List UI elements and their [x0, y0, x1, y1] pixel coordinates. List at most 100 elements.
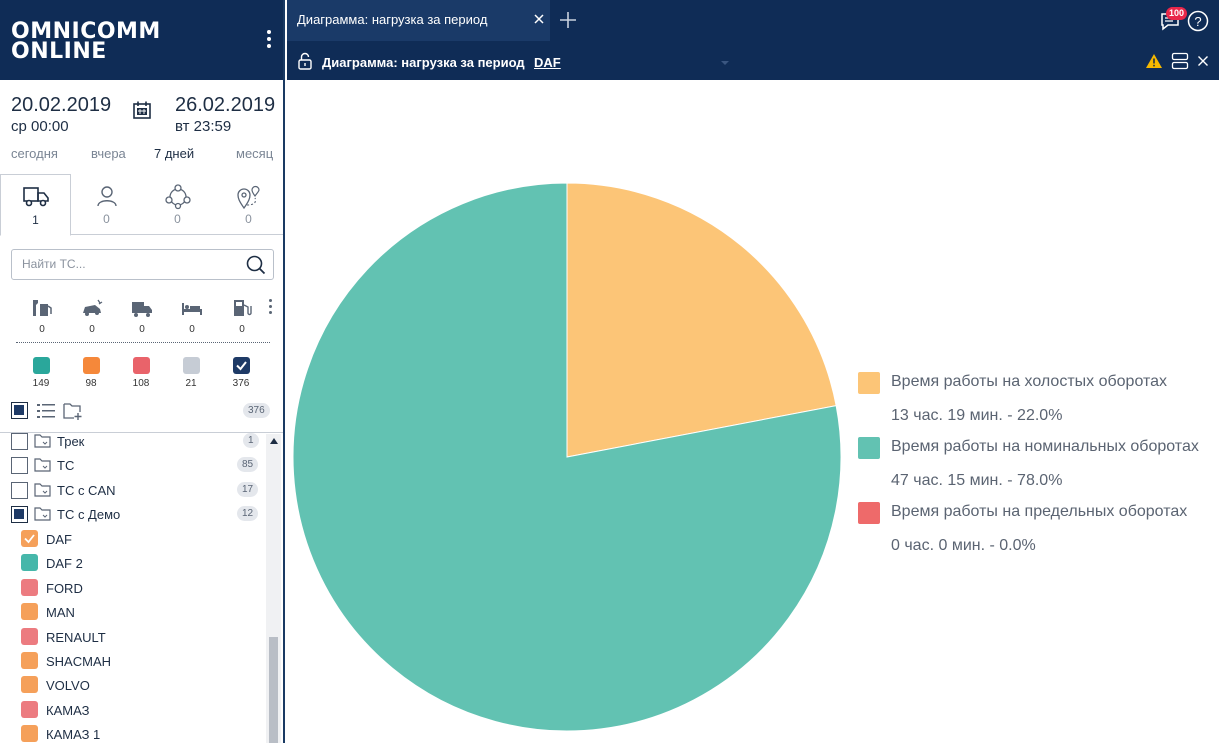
car-crash-icon[interactable] — [80, 298, 104, 318]
sidebar-menu-icon[interactable] — [262, 30, 276, 52]
vehicle-status-checkbox[interactable] — [21, 701, 38, 718]
vehicle-status-checkbox[interactable] — [21, 676, 38, 693]
period-end-date[interactable]: 26.02.2019 — [175, 94, 275, 117]
chevron-down-icon — [721, 61, 729, 65]
fuel-wrench-icon[interactable] — [30, 298, 54, 318]
vehicle-row[interactable]: MAN — [0, 600, 266, 624]
group-checkbox[interactable] — [11, 506, 28, 523]
tab-drivers-count: 0 — [103, 212, 110, 226]
period-start-time[interactable]: ср 00:00 — [11, 118, 69, 135]
tab-routes[interactable]: 0 — [142, 174, 213, 235]
group-checkbox[interactable] — [11, 433, 28, 450]
status-filter-orange[interactable] — [83, 357, 100, 374]
fuel-pump-icon[interactable] — [230, 298, 254, 318]
truck-icon — [22, 187, 49, 207]
vehicle-row[interactable]: VOLVO — [0, 673, 266, 697]
search-icon[interactable] — [246, 255, 266, 275]
search-input[interactable] — [22, 257, 242, 271]
object-type-tabs: 1 0 0 0 — [0, 174, 283, 236]
tab-vehicles[interactable]: 1 — [0, 174, 71, 236]
list-scrollbar[interactable] — [266, 434, 281, 743]
period-start-date[interactable]: 20.02.2019 — [11, 94, 111, 117]
add-tab-icon[interactable] — [558, 10, 578, 30]
tab-geozones[interactable]: 0 — [213, 174, 283, 235]
logo: OMNICOMM ONLINE — [11, 21, 161, 64]
vehicle-status-checkbox[interactable] — [21, 725, 38, 742]
bed-icon[interactable] — [180, 298, 204, 318]
quick-period-today[interactable]: сегодня — [11, 146, 58, 161]
truck-icon[interactable] — [130, 298, 154, 318]
vehicle-status-checkbox[interactable] — [21, 554, 38, 571]
group-count: 12 — [237, 506, 259, 521]
unlock-icon[interactable] — [297, 52, 313, 70]
status-count: 108 — [132, 378, 150, 389]
group-count: 85 — [237, 457, 259, 472]
divider — [16, 342, 270, 343]
vehicle-name: VOLVO — [46, 678, 90, 693]
vehicle-status-checkbox[interactable] — [21, 603, 38, 620]
vehicle-status-checkbox[interactable] — [21, 652, 38, 669]
list-view-icon[interactable] — [36, 402, 56, 420]
status-filter-gray[interactable] — [183, 357, 200, 374]
group-count: 1 — [243, 433, 259, 448]
vehicle-select[interactable]: DAF — [534, 52, 734, 72]
add-folder-icon[interactable] — [63, 401, 83, 421]
vehicle-search — [11, 249, 274, 280]
vehicle-row[interactable]: SHACMAH — [0, 649, 266, 673]
tab-label: Диаграмма: нагрузка за период — [297, 12, 488, 27]
group-row[interactable]: ТС с Демо 12 — [0, 503, 266, 527]
group-name: ТС с Демо — [57, 507, 121, 522]
vehicle-status-checkbox[interactable] — [21, 628, 38, 645]
tab-drivers[interactable]: 0 — [71, 174, 142, 235]
period-end-time[interactable]: вт 23:59 — [175, 118, 231, 135]
close-icon[interactable] — [1197, 55, 1209, 67]
group-count: 17 — [237, 482, 259, 497]
app: OMNICOMM ONLINE 20.02.2019 ср 00:00 26.0… — [0, 0, 1219, 743]
status-count: 149 — [32, 378, 50, 389]
scroll-thumb[interactable] — [269, 637, 278, 743]
chart-area: Время работы на холостых оборотах 13 час… — [287, 80, 1219, 743]
vehicle-row[interactable]: RENAULT — [0, 625, 266, 649]
help-icon[interactable]: ? — [1187, 10, 1209, 32]
group-row[interactable]: Трек 1 — [0, 430, 266, 454]
status-filter-green[interactable] — [33, 357, 50, 374]
group-row[interactable]: ТС с CAN 17 — [0, 479, 266, 503]
tab-report[interactable]: Диаграмма: нагрузка за период — [287, 0, 550, 41]
legend-swatch — [858, 437, 880, 459]
vehicle-status-checkbox[interactable] — [21, 530, 38, 547]
vehicle-row[interactable]: FORD — [0, 576, 266, 600]
quick-period-7-days[interactable]: 7 дней — [154, 146, 194, 161]
calendar-icon[interactable] — [132, 100, 152, 120]
legend-swatch — [858, 502, 880, 524]
quick-period-month[interactable]: месяц — [236, 146, 273, 161]
group-checkbox[interactable] — [11, 457, 28, 474]
vehicle-row[interactable]: КАМАЗ 1 — [0, 722, 266, 743]
group-name: Трек — [57, 434, 85, 449]
vehicle-name: FORD — [46, 581, 83, 596]
filter-more-icon[interactable] — [267, 299, 273, 319]
select-all-checkbox[interactable] — [11, 402, 28, 419]
legend-swatch — [858, 372, 880, 394]
user-icon — [96, 186, 117, 207]
filter-count: 0 — [239, 324, 245, 335]
status-filter-red[interactable] — [133, 357, 150, 374]
legend-label: Время работы на номинальных оборотах — [891, 438, 1199, 455]
sidebar: OMNICOMM ONLINE 20.02.2019 ср 00:00 26.0… — [0, 0, 285, 743]
pie-chart — [292, 182, 842, 732]
quick-period-yesterday[interactable]: вчера — [91, 146, 126, 161]
vehicle-name: MAN — [46, 605, 75, 620]
filter-count: 0 — [189, 324, 195, 335]
scroll-up-arrow[interactable] — [270, 438, 278, 444]
vehicle-row[interactable]: DAF — [0, 527, 266, 551]
group-checkbox[interactable] — [11, 482, 28, 499]
status-filter-all[interactable] — [233, 357, 250, 374]
vehicle-row[interactable]: DAF 2 — [0, 551, 266, 575]
layout-split-icon[interactable] — [1171, 52, 1189, 70]
close-icon[interactable] — [533, 13, 545, 25]
tab-geozones-count: 0 — [245, 212, 252, 226]
warning-icon[interactable] — [1145, 53, 1163, 69]
group-row[interactable]: ТС 85 — [0, 454, 266, 478]
vehicle-status-checkbox[interactable] — [21, 579, 38, 596]
logo-line2: ONLINE — [11, 39, 107, 64]
vehicle-row[interactable]: КАМАЗ — [0, 698, 266, 722]
